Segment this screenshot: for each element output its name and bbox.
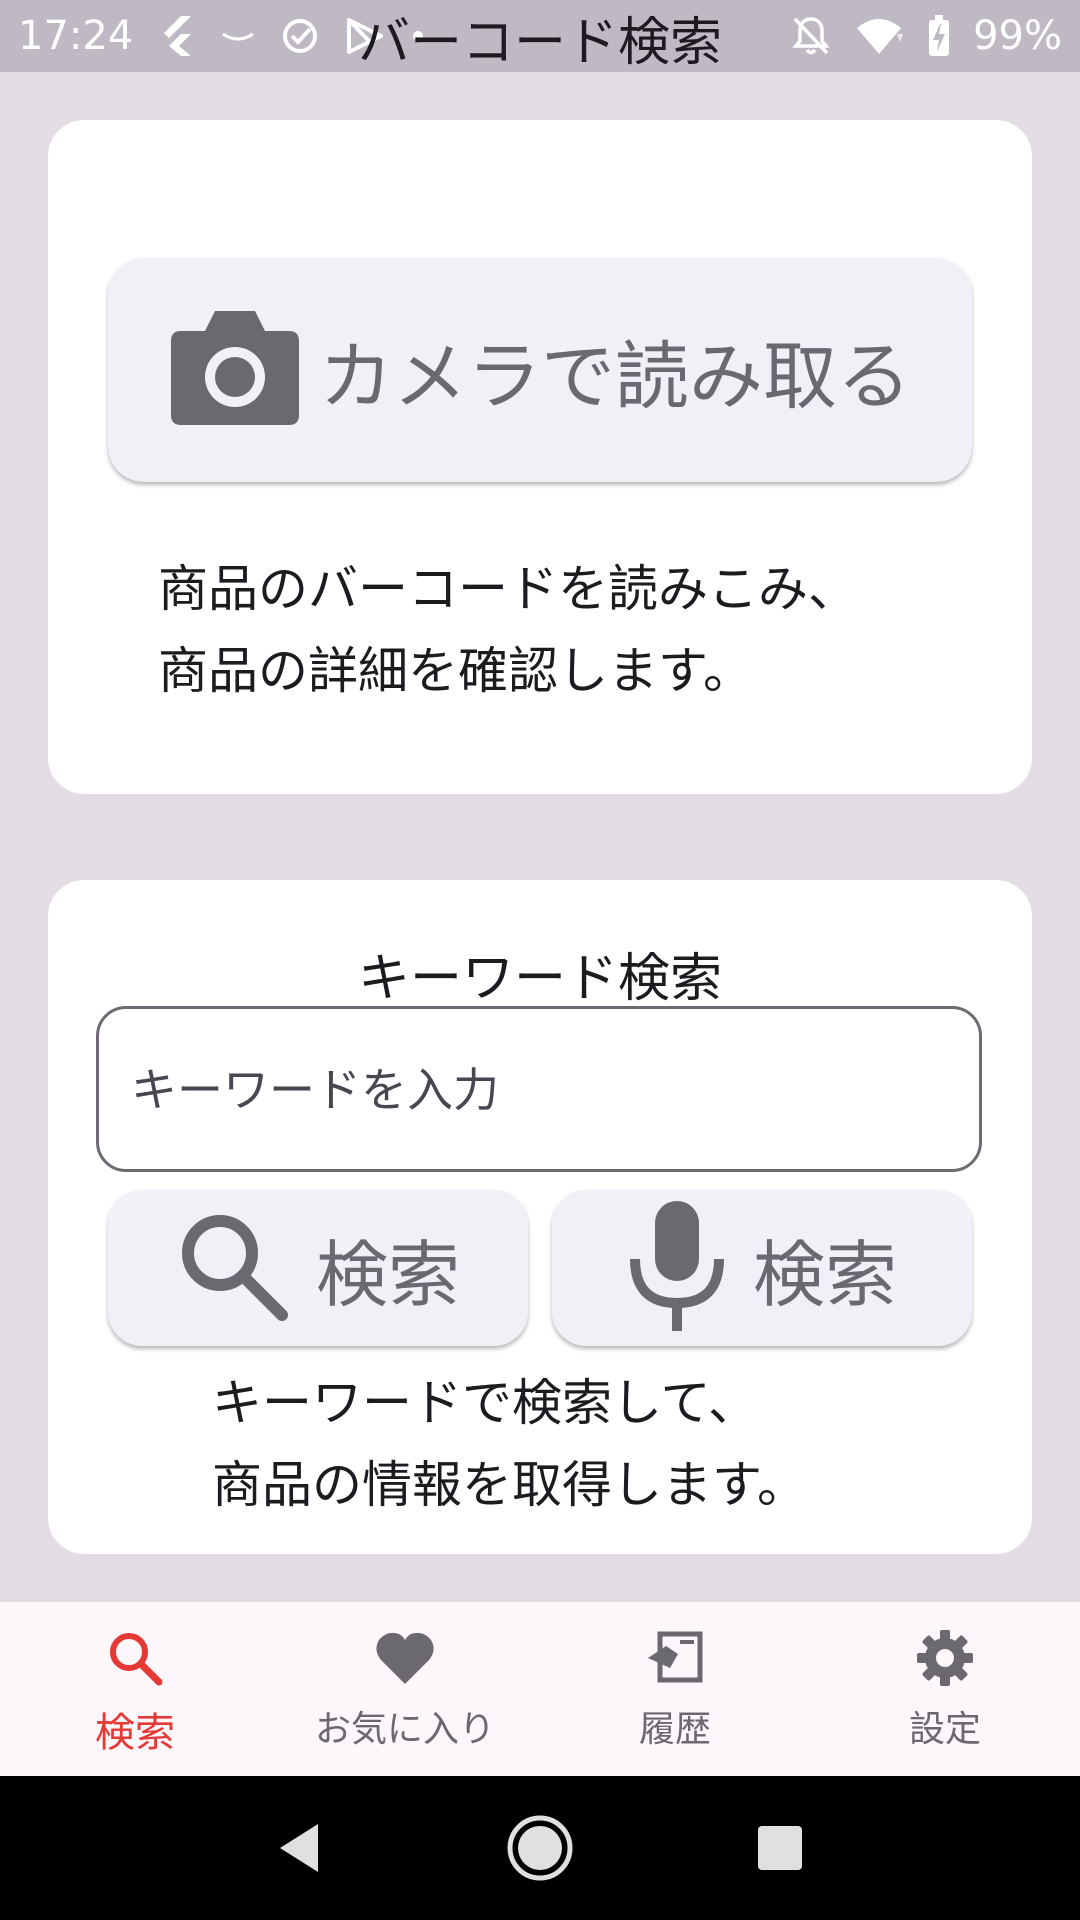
nav-label-search: 検索 bbox=[95, 1710, 175, 1756]
nav-label-settings: 設定 bbox=[908, 1709, 981, 1750]
camera-icon bbox=[169, 309, 301, 431]
gear-icon bbox=[915, 1628, 975, 1692]
voice-button-label: 検索 bbox=[752, 1232, 897, 1317]
keyword-description-line2: 商品の情報を取得します。 bbox=[212, 1456, 807, 1514]
nav-item-settings[interactable]: 設定 bbox=[810, 1602, 1080, 1776]
keyword-search-button[interactable]: 検索 bbox=[108, 1190, 528, 1346]
keyword-card-title: キーワード検索 bbox=[357, 949, 722, 1009]
nav-item-favorites[interactable]: お気に入り bbox=[270, 1602, 540, 1776]
barcode-description-line1: 商品のバーコードを読みこみ、 bbox=[158, 560, 858, 618]
microphone-icon bbox=[627, 1199, 727, 1337]
keyword-search-card: キーワード検索 検索 検索 キーワードで検索して、 商品の情報を取得します。 bbox=[48, 880, 1032, 1554]
keyword-description-line1: キーワードで検索して、 bbox=[212, 1374, 758, 1432]
heart-icon bbox=[373, 1628, 437, 1692]
camera-scan-button[interactable]: カメラで読み取る bbox=[108, 258, 972, 482]
nav-label-history: 履歴 bbox=[638, 1709, 711, 1750]
search-icon bbox=[105, 1628, 165, 1692]
nav-item-search[interactable]: 検索 bbox=[0, 1602, 270, 1776]
recents-icon[interactable] bbox=[735, 1803, 825, 1893]
keyword-input-container[interactable] bbox=[96, 1006, 982, 1172]
barcode-search-card: バーコード検索 カメラで読み取る 商品のバーコードを読みこみ、 商品の詳細を確認… bbox=[48, 13, 1032, 794]
nav-item-history[interactable]: 履歴 bbox=[540, 1602, 810, 1776]
camera-button-label: カメラで読み取る bbox=[319, 333, 911, 420]
barcode-card-title: バーコード検索 bbox=[357, 13, 722, 73]
back-icon[interactable] bbox=[255, 1803, 345, 1893]
bottom-navigation: 検索 お気に入り 履歴 設定 bbox=[0, 1602, 1080, 1776]
history-icon bbox=[644, 1628, 706, 1692]
barcode-description: 商品のバーコードを読みこみ、 商品の詳細を確認します。 bbox=[158, 548, 858, 712]
keyword-input[interactable] bbox=[129, 1009, 953, 1171]
search-icon bbox=[176, 1209, 290, 1327]
home-icon[interactable] bbox=[495, 1803, 585, 1893]
voice-search-button[interactable]: 検索 bbox=[552, 1190, 972, 1346]
system-navigation-bar bbox=[0, 1776, 1080, 1920]
barcode-description-line2: 商品の詳細を確認します。 bbox=[158, 642, 753, 700]
keyword-description: キーワードで検索して、 商品の情報を取得します。 bbox=[212, 1362, 807, 1526]
search-button-label: 検索 bbox=[315, 1232, 460, 1317]
nav-label-favorites: お気に入り bbox=[314, 1709, 495, 1750]
